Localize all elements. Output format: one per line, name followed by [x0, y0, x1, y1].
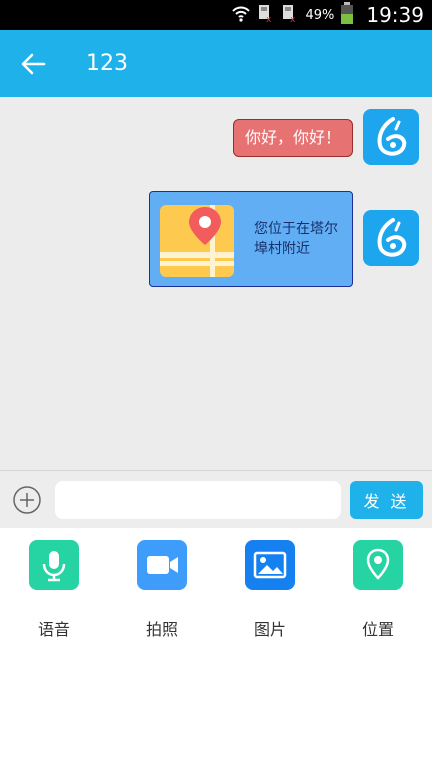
- send-button[interactable]: 发 送: [350, 481, 423, 519]
- video-camera-icon: [137, 540, 187, 590]
- battery-icon: [340, 2, 354, 28]
- sim2-no-signal-icon: x: [281, 3, 299, 27]
- app-logo-icon: [377, 218, 407, 257]
- svg-text:x: x: [290, 15, 296, 23]
- message-bubble-location[interactable]: 您位于在塔尔埠村附近: [149, 191, 353, 287]
- tool-voice[interactable]: 语音: [9, 540, 99, 639]
- tool-label: 拍照: [145, 620, 178, 639]
- status-bar: x x 49% 19:39: [0, 0, 432, 30]
- map-pin-icon: [160, 205, 234, 277]
- input-bar: 发 送: [0, 470, 432, 528]
- avatar[interactable]: [363, 109, 419, 165]
- tool-label: 语音: [37, 620, 70, 639]
- message-bubble-text[interactable]: 你好，你好！: [232, 119, 353, 157]
- image-icon: [245, 540, 295, 590]
- clock: 19:39: [366, 3, 424, 27]
- message-input[interactable]: [55, 481, 341, 519]
- app-logo-icon: [377, 117, 407, 156]
- wifi-icon: [231, 3, 251, 27]
- battery-percent: 49%: [305, 7, 335, 23]
- more-options-button[interactable]: [12, 485, 42, 515]
- page-title: 123: [86, 51, 128, 76]
- microphone-icon: [29, 540, 79, 590]
- avatar[interactable]: [363, 210, 419, 266]
- tool-location[interactable]: 位置: [333, 540, 423, 639]
- svg-text:x: x: [266, 15, 272, 23]
- tool-label: 位置: [361, 620, 394, 639]
- tool-image[interactable]: 图片: [225, 540, 315, 639]
- sim1-no-signal-icon: x: [257, 3, 275, 27]
- chat-area[interactable]: 你好，你好！ 您位于在塔尔埠村附近: [0, 97, 432, 470]
- app-bar: 123: [0, 30, 432, 97]
- location-text: 您位于在塔尔埠村附近: [254, 221, 338, 257]
- location-pin-icon: [353, 540, 403, 590]
- tools-panel: 语音 拍照 图片 位置: [0, 528, 432, 768]
- arrow-left-icon: [21, 53, 46, 75]
- tool-camera[interactable]: 拍照: [117, 540, 207, 639]
- plus-circle-icon: [13, 486, 41, 514]
- status-icons: x x 49% 19:39: [231, 0, 424, 30]
- tool-label: 图片: [253, 620, 286, 639]
- back-button[interactable]: [18, 50, 50, 78]
